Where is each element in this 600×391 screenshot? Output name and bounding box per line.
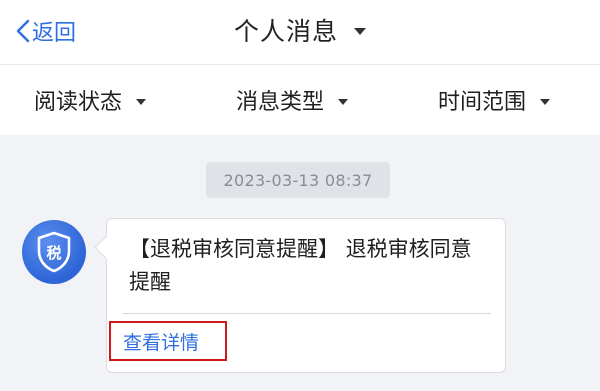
filter-time-range-label: 时间范围 xyxy=(438,90,527,115)
card-pointer xyxy=(94,235,119,260)
message-timestamp: 2023-03-13 08:37 xyxy=(206,162,390,198)
caret-down-icon xyxy=(338,98,349,105)
caret-down-icon xyxy=(136,98,147,105)
message-card: 【退税审核同意提醒】 退税审核同意提醒 查看详情 xyxy=(94,218,506,373)
filter-read-status[interactable]: 阅读状态 xyxy=(34,65,147,135)
avatar-glyph: 税 xyxy=(46,244,61,262)
message-text: 【退税审核同意提醒】 退税审核同意提醒 xyxy=(129,237,472,294)
filter-bar: 阅读状态 消息类型 时间范围 xyxy=(0,65,600,135)
nav-bar: 返回 个人消息 xyxy=(0,0,600,65)
avatar: 税 xyxy=(22,220,86,284)
page-title: 个人消息 xyxy=(233,17,338,46)
filter-message-type[interactable]: 消息类型 xyxy=(236,65,349,135)
tax-shield-icon: 税 xyxy=(37,231,71,273)
filter-time-range[interactable]: 时间范围 xyxy=(438,65,551,135)
view-details-link[interactable]: 查看详情 xyxy=(109,321,227,361)
filter-read-status-label: 阅读状态 xyxy=(34,90,123,115)
page-title-dropdown[interactable]: 个人消息 xyxy=(0,12,600,48)
divider xyxy=(123,313,491,314)
caret-down-icon xyxy=(354,28,366,35)
messages-page: 返回 个人消息 阅读状态 消息类型 时间范围 2023-03-13 08:37 … xyxy=(0,0,600,391)
caret-down-icon xyxy=(540,98,551,105)
filter-message-type-label: 消息类型 xyxy=(236,90,325,115)
